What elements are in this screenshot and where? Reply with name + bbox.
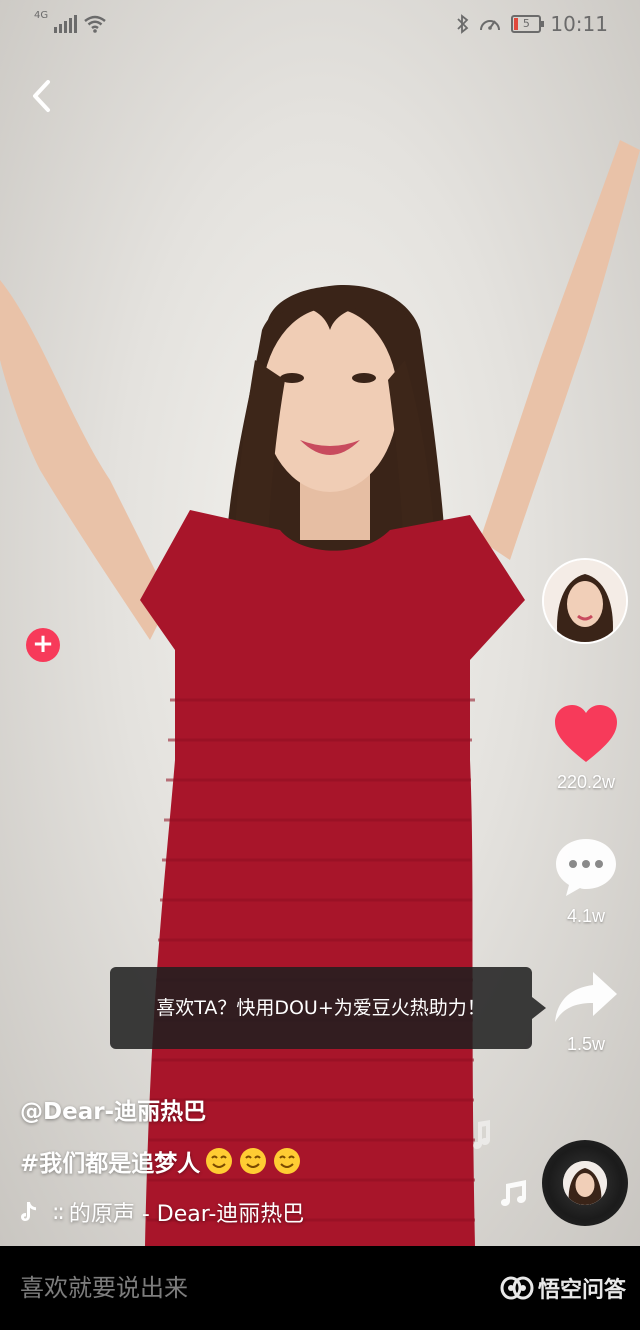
smile-emoji-icon — [240, 1148, 267, 1174]
music-disc-button[interactable] — [542, 1140, 628, 1226]
avatar-image — [544, 560, 626, 642]
music-info[interactable]: :: 的原声 - Dear-迪丽热巴 — [18, 1196, 304, 1228]
creator-avatar-group — [542, 558, 628, 658]
back-button[interactable] — [26, 76, 60, 116]
status-left: 4G — [34, 11, 107, 33]
disc-cover-image — [563, 1161, 607, 1205]
wukong-logo-icon — [500, 1276, 534, 1300]
heart-icon — [555, 705, 617, 762]
comment-icon — [556, 839, 616, 896]
share-button[interactable]: 1.5w — [536, 968, 636, 1055]
wukong-watermark: 悟空问答 — [500, 1272, 626, 1304]
plus-icon: + — [32, 629, 54, 659]
creator-avatar[interactable] — [542, 558, 628, 644]
video-caption: #我们都是追梦人 — [20, 1144, 302, 1178]
watermark-text: 悟空问答 — [537, 1278, 626, 1303]
comment-count: 4.1w — [566, 906, 606, 926]
share-icon — [555, 972, 617, 1022]
bluetooth-icon — [457, 14, 469, 34]
hashtag-link[interactable]: #我们都是追梦人 — [20, 1144, 200, 1178]
video-username[interactable]: @Dear-迪丽热巴 — [20, 1092, 206, 1126]
like-button[interactable]: 220.2w — [536, 704, 636, 793]
comment-button[interactable]: 4.1w — [536, 836, 636, 927]
smile-emoji-icon — [206, 1148, 233, 1174]
music-title: 的原声 - Dear-迪丽热巴 — [68, 1202, 305, 1227]
share-count: 1.5w — [566, 1034, 606, 1054]
signal-icon — [54, 15, 78, 33]
battery-icon: 5 — [511, 15, 545, 33]
music-marquee-edge: :: — [52, 1199, 65, 1225]
status-right: 5 10:11 — [457, 12, 608, 36]
tiktok-logo-icon — [21, 1202, 36, 1221]
like-count: 220.2w — [556, 772, 616, 792]
music-note-icon — [501, 1180, 526, 1206]
back-icon — [33, 80, 50, 112]
music-note-icon — [473, 1120, 490, 1149]
dou-plus-tooltip[interactable]: 喜欢TA？快用DOU+为爱豆火热助力！ — [110, 967, 546, 1049]
follow-button[interactable]: + — [26, 628, 60, 662]
music-disc-cover — [563, 1161, 607, 1205]
comment-bar: 喜欢就要说出来 悟空问答 — [0, 1246, 640, 1330]
data-saver-icon — [480, 20, 501, 31]
comment-input[interactable]: 喜欢就要说出来 — [20, 1246, 188, 1330]
status-bar: 4G 5 10:11 — [0, 0, 640, 48]
network-type: 4G — [34, 10, 49, 21]
smile-emoji-icon — [274, 1148, 301, 1174]
status-time: 10:11 — [550, 12, 608, 36]
wifi-icon — [84, 15, 106, 33]
